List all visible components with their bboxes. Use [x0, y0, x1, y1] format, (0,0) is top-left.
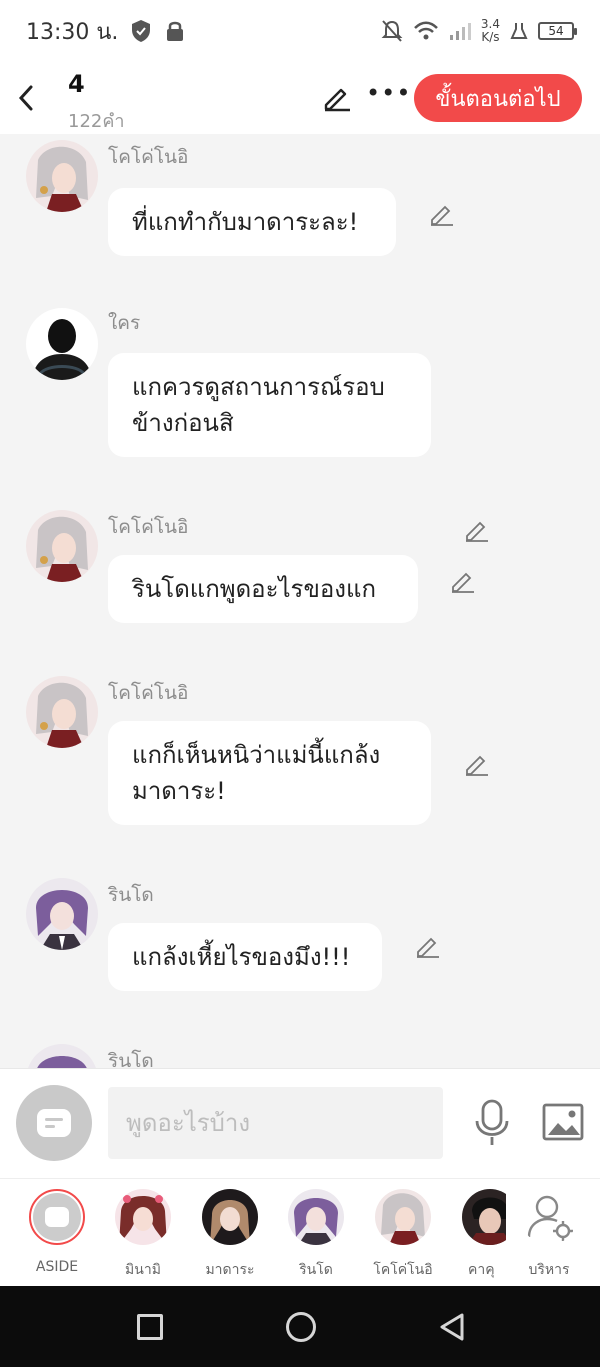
- character-rindo[interactable]: รินโด: [279, 1189, 353, 1281]
- message-input[interactable]: [108, 1087, 443, 1159]
- sender-name: โคโค่โนอิ: [108, 682, 189, 704]
- back-arrow-icon[interactable]: [14, 82, 40, 114]
- bell-off-icon: [381, 20, 403, 42]
- avatar[interactable]: [26, 878, 98, 950]
- chat-bubble-icon: [37, 1109, 71, 1137]
- message-bubble[interactable]: แกล้งเหี้ยไรของมึง!!!: [108, 923, 382, 991]
- aside-toggle-button[interactable]: [16, 1085, 92, 1161]
- next-step-button[interactable]: ขั้นตอนต่อไป: [414, 74, 582, 122]
- more-options-icon[interactable]: •••: [366, 80, 410, 110]
- avatar: [462, 1189, 506, 1245]
- back-triangle-icon[interactable]: [438, 1312, 466, 1342]
- network-speed: 3.4 K/s: [480, 17, 500, 44]
- avatar: [375, 1189, 431, 1245]
- avatar[interactable]: [26, 510, 98, 582]
- message-input-bar: [0, 1068, 600, 1178]
- signal-icon: [449, 23, 471, 40]
- recent-apps-icon[interactable]: [137, 1314, 163, 1340]
- word-count: 122คำ: [68, 111, 125, 132]
- sender-name: รินโด: [108, 884, 154, 906]
- battery-indicator: 54: [538, 22, 577, 40]
- status-time: 13:30 น.: [26, 19, 119, 45]
- avatar[interactable]: [26, 308, 98, 380]
- home-icon[interactable]: [286, 1312, 316, 1342]
- status-bar: 13:30 น. 3.4 K/s 54: [0, 0, 600, 62]
- edit-icon[interactable]: [464, 751, 490, 777]
- avatar[interactable]: [26, 676, 98, 748]
- avatar[interactable]: [26, 1044, 98, 1068]
- message-bubble[interactable]: แกควรดูสถานการณ์รอบข้างก่อนสิ: [108, 353, 431, 457]
- lock-icon: [167, 21, 184, 41]
- avatar[interactable]: [26, 140, 98, 212]
- character-aside[interactable]: ASIDE: [20, 1189, 94, 1275]
- avatar: [288, 1189, 344, 1245]
- edit-icon[interactable]: [464, 517, 490, 543]
- edit-icon[interactable]: [450, 568, 476, 594]
- character-kakucho[interactable]: คาคุ: [446, 1189, 506, 1281]
- system-navigation-bar: [0, 1286, 600, 1367]
- message-bubble[interactable]: ที่แกทำกับมาดาระละ!: [108, 188, 396, 256]
- lab-flask-icon: [510, 23, 528, 39]
- image-icon[interactable]: [542, 1103, 584, 1141]
- episode-title: 4: [68, 70, 85, 98]
- sender-name: ใคร: [108, 312, 141, 334]
- editor-header: 4 122คำ ••• ขั้นตอนต่อไป: [0, 62, 600, 134]
- wifi-icon: [414, 21, 438, 40]
- edit-icon[interactable]: [429, 201, 455, 227]
- user-settings-icon: [521, 1189, 577, 1245]
- character-bar: ASIDE มินามิ มาดาระ รินโด โคโค่โนอิ คาคุ…: [0, 1178, 600, 1286]
- shield-icon: [132, 20, 151, 42]
- chat-area: โคโค่โนอิ ที่แกทำกับมาดาระละ! ใคร แกควรด…: [0, 134, 600, 1068]
- edit-icon[interactable]: [415, 933, 441, 959]
- sender-name: โคโค่โนอิ: [108, 516, 189, 538]
- aside-icon: [29, 1189, 85, 1245]
- message-bubble[interactable]: แกก็เห็นหนิว่าแม่นี้แกล้งมาดาระ!: [108, 721, 431, 825]
- avatar: [202, 1189, 258, 1245]
- sender-name: รินโด: [108, 1050, 154, 1068]
- avatar: [115, 1189, 171, 1245]
- character-minami[interactable]: มินามิ: [106, 1189, 180, 1281]
- character-madara[interactable]: มาดาระ: [193, 1189, 267, 1281]
- message-bubble[interactable]: รินโดแกพูดอะไรของแก: [108, 555, 418, 623]
- microphone-icon[interactable]: [472, 1099, 512, 1147]
- sender-name: โคโค่โนอิ: [108, 146, 189, 168]
- character-manage[interactable]: บริหาร: [512, 1189, 586, 1281]
- character-kokonoi[interactable]: โคโค่โนอิ: [366, 1189, 440, 1281]
- pen-icon[interactable]: [322, 82, 352, 112]
